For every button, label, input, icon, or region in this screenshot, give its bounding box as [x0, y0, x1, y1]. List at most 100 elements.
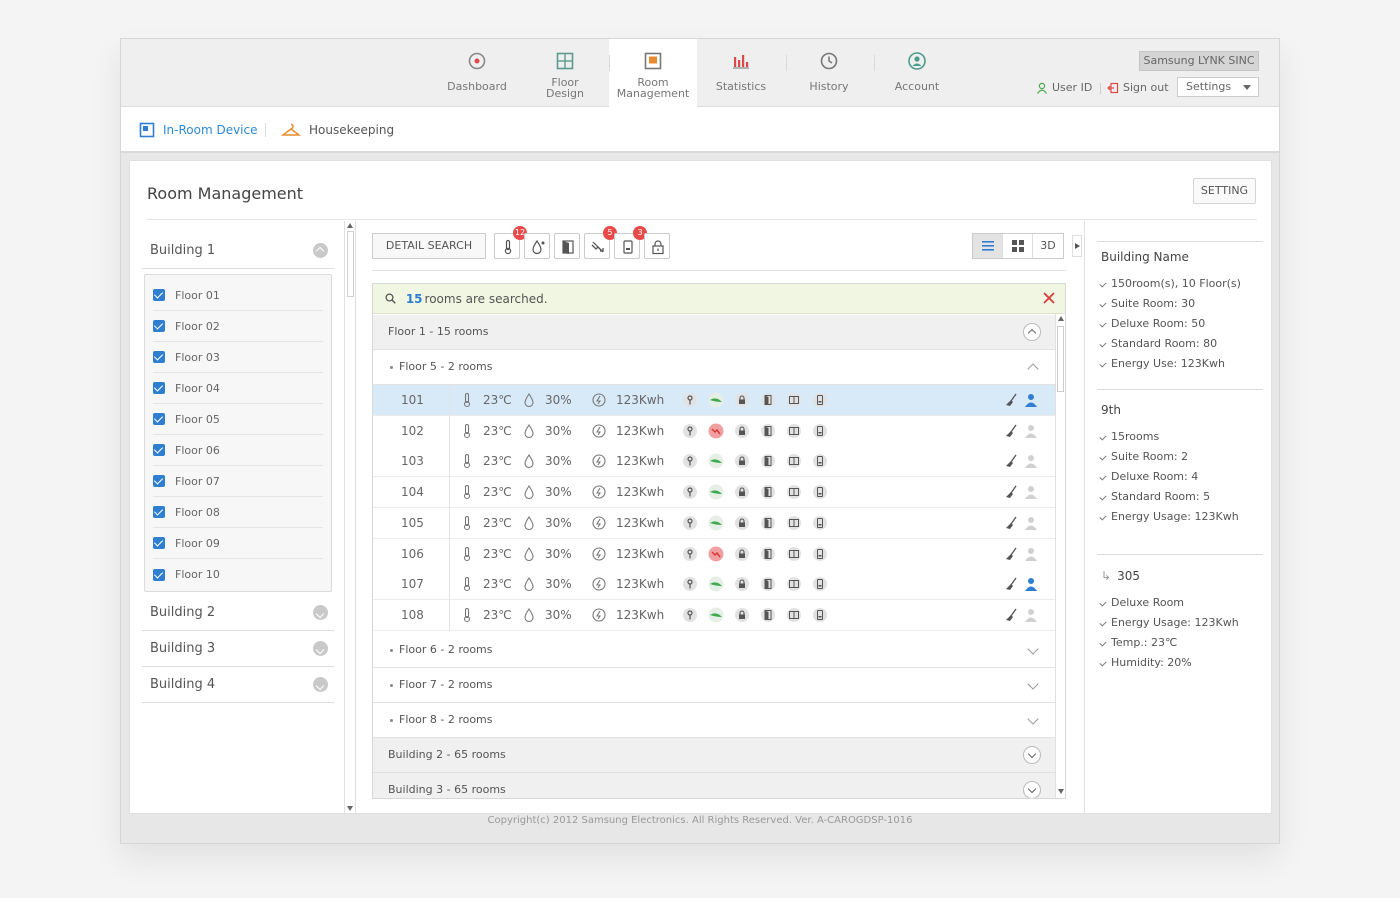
grid-view-button[interactable]: [1003, 234, 1033, 258]
info-list-item: Energy Use: 123Kwh: [1101, 354, 1263, 374]
checkbox-checked-icon[interactable]: [153, 289, 165, 301]
key-icon: [683, 423, 697, 438]
floor-checkbox-item[interactable]: Floor 09: [153, 528, 323, 559]
close-icon[interactable]: [1043, 292, 1055, 304]
scroll-thumb[interactable]: [1057, 326, 1064, 392]
floor-checkbox-item[interactable]: Floor 10: [153, 559, 323, 590]
checkbox-checked-icon[interactable]: [153, 382, 165, 394]
account-icon: [908, 52, 926, 70]
room-energy: 123Kwh: [616, 607, 665, 622]
room-row[interactable]: 107 23℃ 30% 123Kwh: [373, 569, 1055, 601]
sign-out-icon: [1107, 82, 1119, 93]
group-building-3[interactable]: Building 3 - 65 rooms: [373, 773, 1055, 798]
room-row[interactable]: 104 23℃ 30% 123Kwh: [373, 477, 1055, 509]
group-floor-5[interactable]: Floor 5 - 2 rooms: [373, 350, 1055, 385]
room-list-area: DETAIL SEARCH 12 5 3 3D 15 rooms are sea…: [372, 221, 1082, 815]
floor-checkbox-item[interactable]: Floor 01: [153, 280, 323, 311]
floor-label: Floor 05: [175, 412, 220, 426]
expand-right-icon[interactable]: [1072, 235, 1082, 257]
floor-checkbox-item[interactable]: Floor 03: [153, 342, 323, 373]
building-item[interactable]: Building 2: [142, 595, 334, 631]
checkbox-checked-icon[interactable]: [153, 475, 165, 487]
floor-checkbox-item[interactable]: Floor 02: [153, 311, 323, 342]
building-item[interactable]: Building 1: [142, 233, 334, 269]
checkbox-checked-icon[interactable]: [153, 351, 165, 363]
filter-card-button[interactable]: 3: [614, 226, 647, 259]
group-label: Floor 1 - 15 rooms: [388, 325, 489, 338]
user-id-link[interactable]: User ID: [1036, 81, 1092, 94]
list-scrollbar[interactable]: [1055, 314, 1065, 798]
floor-checkbox-item[interactable]: Floor 04: [153, 373, 323, 404]
group-floor-6[interactable]: Floor 6 - 2 rooms: [373, 633, 1055, 668]
scroll-up-icon[interactable]: [1058, 316, 1064, 321]
chevron-down-icon[interactable]: [1027, 643, 1039, 655]
room-row[interactable]: 103 23℃ 30% 123Kwh: [373, 446, 1055, 478]
nav-history[interactable]: History: [785, 39, 873, 107]
door-icon: [761, 515, 775, 530]
building-name: Building 3: [150, 641, 216, 656]
expand-icon[interactable]: [313, 641, 328, 656]
filter-alert-button[interactable]: 5: [584, 226, 617, 259]
chevron-down-icon[interactable]: [1027, 713, 1039, 725]
room-row[interactable]: 108 23℃ 30% 123Kwh: [373, 599, 1055, 631]
tab-in-room-device[interactable]: In-Room Device: [139, 107, 258, 153]
sign-out-link[interactable]: Sign out: [1107, 81, 1169, 94]
nav-account[interactable]: Account: [873, 39, 961, 107]
collapse-icon[interactable]: [313, 243, 328, 258]
room-row[interactable]: 105 23℃ 30% 123Kwh: [373, 507, 1055, 539]
list-view-button[interactable]: [973, 234, 1003, 258]
door-icon: [761, 577, 775, 592]
expand-icon[interactable]: [313, 677, 328, 692]
scroll-down-icon[interactable]: [1058, 789, 1064, 794]
nav-dashboard[interactable]: Dashboard: [433, 39, 521, 107]
group-building-2[interactable]: Building 2 - 65 rooms: [373, 738, 1055, 773]
info-list-item: Humidity: 20%: [1101, 653, 1263, 673]
expand-icon[interactable]: [1023, 746, 1041, 764]
filter-door-button[interactable]: [554, 233, 580, 259]
scroll-thumb[interactable]: [347, 231, 354, 297]
left-scrollbar[interactable]: [344, 221, 356, 815]
collapse-icon[interactable]: [1023, 323, 1041, 341]
floor-checkbox-item[interactable]: Floor 06: [153, 435, 323, 466]
group-floor-1[interactable]: Floor 1 - 15 rooms: [373, 315, 1055, 350]
nav-floor-design[interactable]: Floor Design: [521, 39, 609, 107]
building-item[interactable]: Building 4: [142, 667, 334, 703]
checkbox-checked-icon[interactable]: [153, 413, 165, 425]
expand-icon[interactable]: [1023, 781, 1041, 798]
nav-room-management[interactable]: Room Management: [609, 39, 697, 108]
floor-checkbox-item[interactable]: Floor 08: [153, 497, 323, 528]
3d-view-button[interactable]: 3D: [1033, 234, 1063, 258]
door-icon: [761, 393, 775, 407]
building-item[interactable]: Building 3: [142, 631, 334, 667]
room-row[interactable]: 102 23℃ 30% 123Kwh: [373, 415, 1055, 447]
chevron-down-icon[interactable]: [1027, 678, 1039, 690]
room-humidity: 30%: [545, 485, 572, 500]
filter-temperature-button[interactable]: 12: [494, 226, 527, 259]
checkbox-checked-icon[interactable]: [153, 444, 165, 456]
info-list-item: Temp.: 23℃: [1101, 633, 1263, 653]
bullet-icon: [390, 648, 393, 652]
tab-housekeeping[interactable]: Housekeeping: [281, 107, 394, 153]
filter-humidity-button[interactable]: [524, 233, 550, 259]
checkbox-checked-icon[interactable]: [153, 506, 165, 518]
info-list-item: 15rooms: [1101, 427, 1263, 447]
detail-search-button[interactable]: DETAIL SEARCH: [372, 233, 486, 259]
floor-checkbox-item[interactable]: Floor 07: [153, 466, 323, 497]
room-row[interactable]: 101 23℃ 30% 123Kwh: [373, 385, 1055, 416]
room-row[interactable]: 106 23℃ 30% 123Kwh: [373, 538, 1055, 570]
group-floor-7[interactable]: Floor 7 - 2 rooms: [373, 668, 1055, 703]
expand-icon[interactable]: [313, 605, 328, 620]
scroll-down-icon[interactable]: [347, 806, 353, 811]
nav-statistics[interactable]: Statistics: [697, 39, 785, 107]
filter-lock-button[interactable]: [644, 233, 670, 259]
floor-checkbox-item[interactable]: Floor 05: [153, 404, 323, 435]
checkbox-checked-icon[interactable]: [153, 320, 165, 332]
checkbox-checked-icon[interactable]: [153, 568, 165, 581]
setting-button[interactable]: SETTING: [1193, 178, 1256, 204]
info-list-item: Deluxe Room: 4: [1101, 467, 1263, 487]
checkbox-checked-icon[interactable]: [153, 537, 165, 549]
scroll-up-icon[interactable]: [347, 223, 353, 228]
group-floor-8[interactable]: Floor 8 - 2 rooms: [373, 703, 1055, 738]
chevron-up-icon[interactable]: [1027, 363, 1039, 375]
settings-dropdown[interactable]: Settings: [1177, 77, 1259, 97]
